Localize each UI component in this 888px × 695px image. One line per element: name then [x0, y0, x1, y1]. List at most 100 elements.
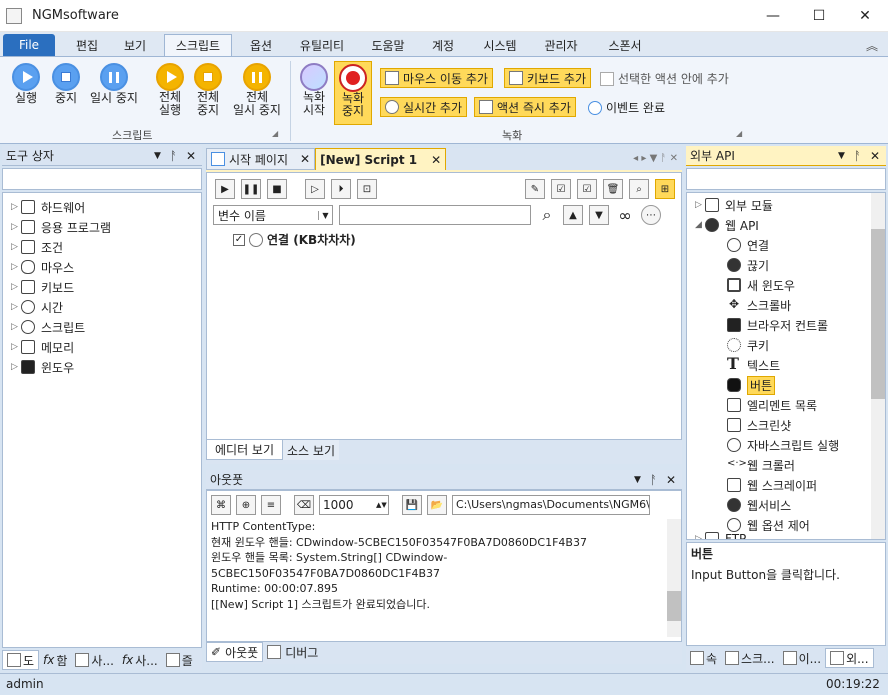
pause-button[interactable]: 일시 중지 [86, 63, 142, 105]
group-expand-icon[interactable]: ◢ [272, 129, 278, 138]
toolbox-item[interactable]: ▷ 조건 [11, 237, 201, 257]
variable-select[interactable]: 변수 이름 ▼ [213, 205, 333, 225]
more-icon[interactable]: ⋯ [641, 205, 661, 225]
close-button[interactable]: ✕ [842, 0, 888, 32]
tab-external-api[interactable]: 외... [825, 648, 874, 668]
tab-properties[interactable]: 속 [686, 648, 721, 668]
api-item[interactable]: 연결 [695, 235, 885, 255]
ribbon-collapse-icon[interactable]: ︽ [860, 34, 884, 56]
run-all-button[interactable]: 전체 실행 [152, 63, 188, 117]
close-icon[interactable]: ✕ [431, 153, 441, 167]
variable-search-input[interactable] [339, 205, 531, 225]
tab-utility[interactable]: 유틸리티 [290, 34, 354, 56]
eraser-icon[interactable]: ⌫ [294, 495, 314, 515]
api-item[interactable]: <·> 웹 크롤러 [695, 455, 885, 475]
tab-image[interactable]: 이... [779, 648, 825, 668]
check-all-icon[interactable]: ☑ [577, 179, 597, 199]
output-scrollbar[interactable] [667, 519, 681, 637]
tab-script[interactable]: 스크립트 [164, 34, 232, 56]
close-icon[interactable]: ✕ [870, 149, 886, 163]
search-icon[interactable]: ⌕ [629, 179, 649, 199]
minimize-button[interactable]: — [750, 0, 796, 32]
api-item[interactable]: 쿠키 [695, 335, 885, 355]
delete-icon[interactable]: 🗑 [603, 179, 623, 199]
stop-button[interactable]: 중지 [48, 63, 84, 105]
tab-script-1[interactable]: [New] Script 1 ✕ [315, 148, 447, 170]
pause-all-button[interactable]: 전체 일시 중지 [228, 63, 286, 117]
api-search-input[interactable] [686, 168, 886, 190]
tab-sponsor[interactable]: 스폰서 [596, 34, 654, 56]
dropdown-icon[interactable]: ▼ [838, 151, 854, 161]
pin-icon[interactable]: ᚨ [170, 149, 186, 163]
close-icon[interactable]: ✕ [666, 473, 682, 487]
line-count-stepper[interactable]: 1000 ▲▼ [319, 495, 389, 515]
output-path-input[interactable]: C:\Users\ngmas\Documents\NGM6\ [452, 495, 650, 515]
toolbox-item[interactable]: ▷ 하드웨어 [11, 197, 201, 217]
tab-file[interactable]: File [3, 34, 55, 56]
toolbox-item[interactable]: ▷ 스크립트 [11, 317, 201, 337]
step-into-button[interactable]: ⏵ [331, 179, 351, 199]
save-icon[interactable]: 💾 [402, 495, 422, 515]
stop-all-button[interactable]: 전체 중지 [190, 63, 226, 117]
move-down-button[interactable]: ▼ [589, 205, 609, 225]
add-in-selected-button[interactable]: 선택한 액션 안에 추가 [600, 70, 729, 87]
api-item[interactable]: ◢ 웹 API [695, 215, 885, 235]
add-doc-icon[interactable]: ⊕ [236, 495, 256, 515]
api-item[interactable]: 웹 스크레이퍼 [695, 475, 885, 495]
maximize-button[interactable]: ☐ [796, 0, 842, 32]
toolbox-item[interactable]: ▷ 메모리 [11, 337, 201, 357]
tab-favorites[interactable]: 즐 [162, 650, 197, 670]
folder-icon[interactable]: 📂 [427, 495, 447, 515]
check-icon[interactable]: ☑ [551, 179, 571, 199]
play-button[interactable]: ▶ [215, 179, 235, 199]
api-item[interactable]: T 텍스트 [695, 355, 885, 375]
toolbox-item[interactable]: ▷ 윈도우 [11, 357, 201, 377]
move-up-button[interactable]: ▲ [563, 205, 583, 225]
step-play-button[interactable]: ▷ [305, 179, 325, 199]
api-item-selected[interactable]: 버튼 [695, 375, 885, 395]
tab-system[interactable]: 시스템 [472, 34, 528, 56]
tab-start-page[interactable]: 시작 페이지 ✕ [206, 148, 316, 170]
api-scrollbar[interactable] [871, 193, 885, 539]
infinity-icon[interactable]: ∞ [615, 205, 635, 225]
toolbox-item[interactable]: ▷ 시간 [11, 297, 201, 317]
dropdown-icon[interactable]: ▼ [154, 151, 170, 161]
pause-button[interactable]: ❚❚ [241, 179, 261, 199]
record-start-button[interactable]: 녹화 시작 [296, 63, 332, 117]
tab-source-view[interactable]: 소스 보기 [283, 440, 339, 460]
checkbox-icon[interactable]: ✓ [233, 233, 245, 246]
api-item[interactable]: 자바스크립트 실행 [695, 435, 885, 455]
list-icon[interactable]: ≡ [261, 495, 281, 515]
tab-options[interactable]: 옵션 [236, 34, 286, 56]
api-item[interactable]: 새 윈도우 [695, 275, 885, 295]
record-group-expand-icon[interactable]: ◢ [736, 129, 742, 138]
tab-help[interactable]: 도움말 [360, 34, 416, 56]
tab-view[interactable]: 보기 [112, 34, 158, 56]
tab-editor-view[interactable]: 에디터 보기 [206, 440, 284, 460]
tab-output[interactable]: ✐ 아웃풋 [206, 642, 264, 662]
tab-admin[interactable]: 관리자 [532, 34, 590, 56]
api-item[interactable]: ▷ 외부 모듈 [695, 195, 885, 215]
stop-button[interactable]: ■ [267, 179, 287, 199]
clear-format-icon[interactable]: ⌘ [211, 495, 231, 515]
tab-account[interactable]: 계정 [420, 34, 466, 56]
close-icon[interactable]: ✕ [300, 152, 310, 166]
api-item[interactable]: 스크린샷 [695, 415, 885, 435]
tab-users[interactable]: 사... [71, 650, 117, 670]
tree-view-icon[interactable]: ⊞ [655, 179, 675, 199]
toolbox-search-input[interactable] [2, 168, 202, 190]
run-button[interactable]: 실행 [8, 63, 44, 105]
edit-icon[interactable]: ✎ [525, 179, 545, 199]
tab-nav-icon[interactable]: ◂ ▸ ▼ ᚨ ✕ [446, 148, 682, 170]
toolbox-item[interactable]: ▷ 응용 프로그램 [11, 217, 201, 237]
pin-icon[interactable]: ᚨ [650, 473, 666, 487]
toolbox-item[interactable]: ▷ 키보드 [11, 277, 201, 297]
keyboard-add-button[interactable]: 키보드 추가 [504, 68, 592, 88]
event-done-button[interactable]: 이벤트 완료 [588, 99, 665, 116]
toolbox-item[interactable]: ▷ 마우스 [11, 257, 201, 277]
tab-user-functions[interactable]: fx 사... [118, 650, 162, 670]
mouse-move-add-button[interactable]: 마우스 이동 추가 [380, 68, 493, 88]
tab-script-list[interactable]: 스크... [721, 648, 779, 668]
script-tree-item[interactable]: ✓ 연결 (KB차차차) [207, 225, 681, 248]
api-item[interactable]: 끊기 [695, 255, 885, 275]
